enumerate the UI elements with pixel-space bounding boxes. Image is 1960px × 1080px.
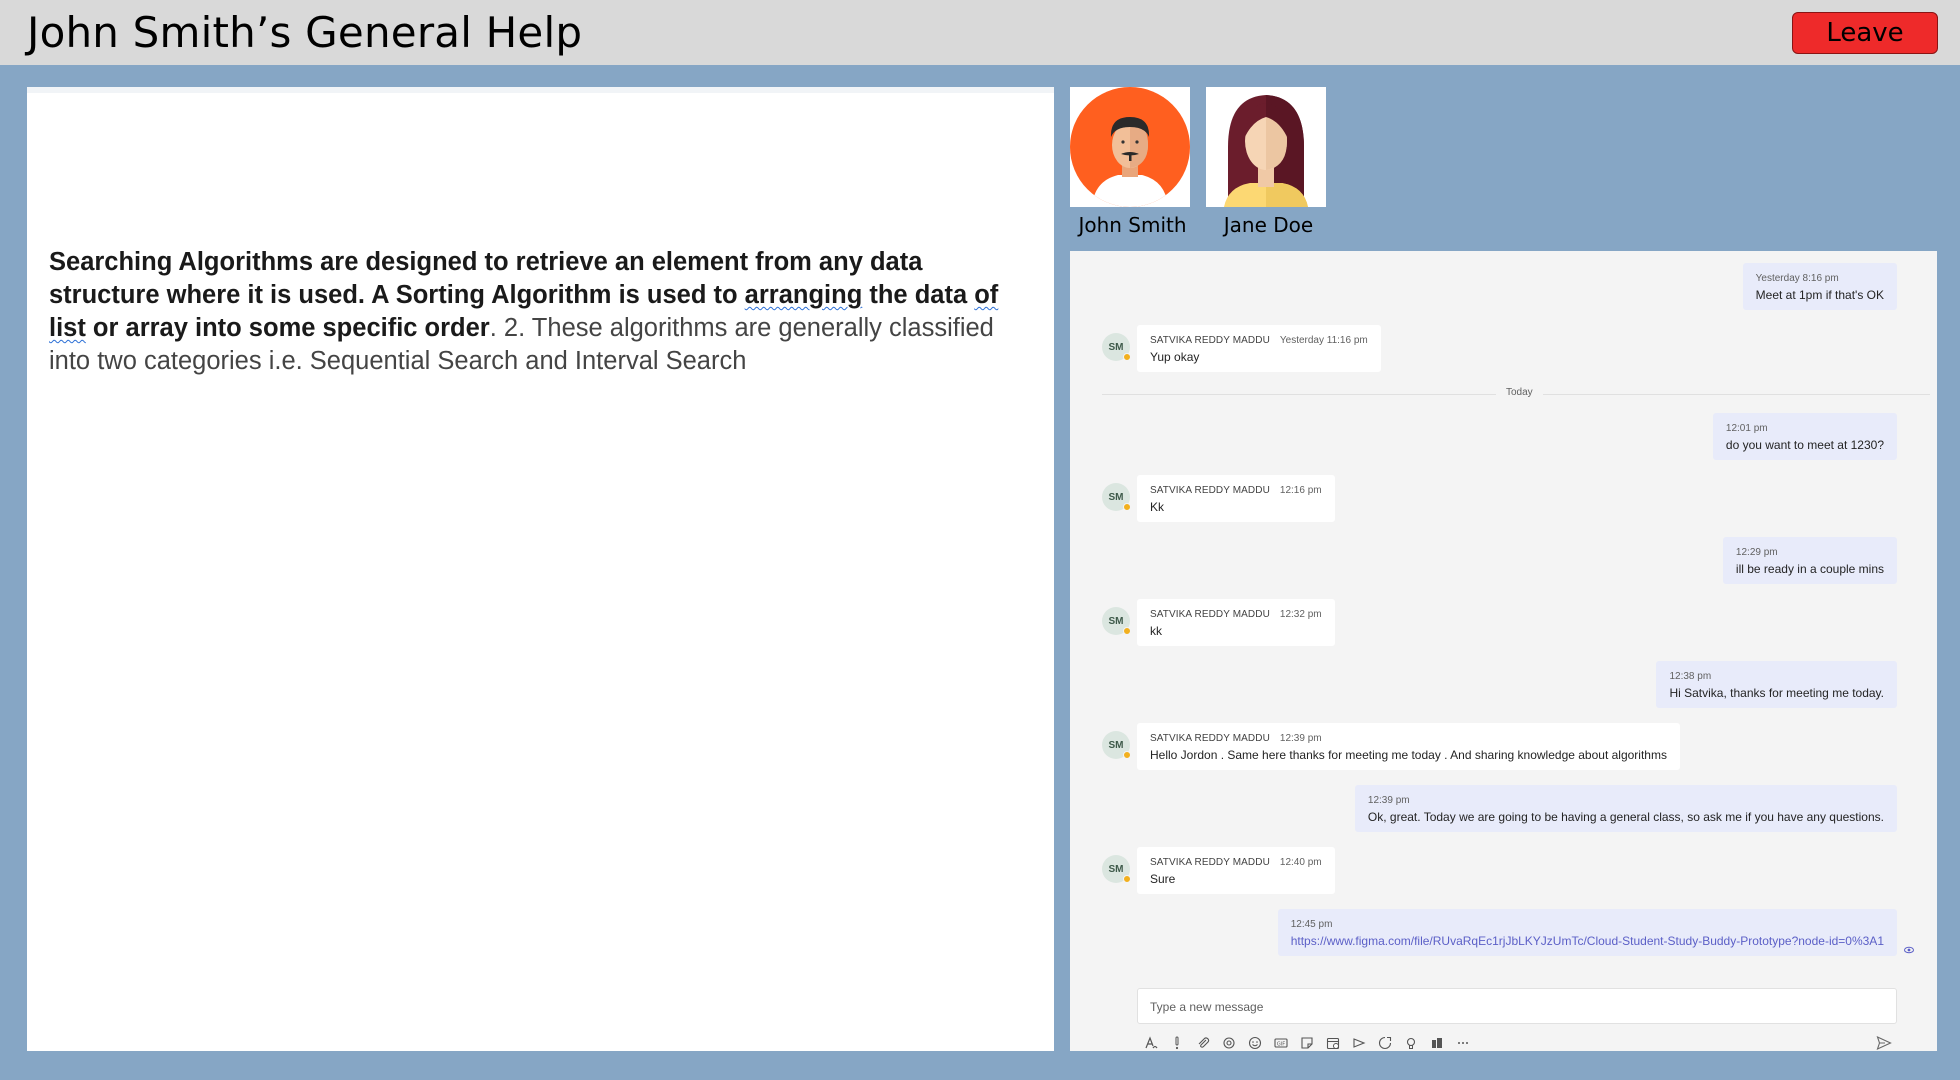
document-bold-text: or array into some specific order [85, 314, 490, 342]
emoji-icon[interactable] [1246, 1034, 1264, 1052]
message-compose-input[interactable]: Type a new message [1137, 988, 1897, 1024]
chat-message-sent[interactable]: 12:39 pm Ok, great. Today we are going t… [1354, 785, 1897, 832]
sender-name: SATVIKA REDDY MADDU [1150, 857, 1270, 868]
avatar-initials: SM [1108, 739, 1124, 751]
avatar[interactable]: SM [1102, 483, 1131, 511]
message-time: 12:45 pm [1290, 919, 1333, 930]
chat-message-received[interactable]: SATVIKA REDDY MADDU 12:39 pm Hello Jordon… [1137, 723, 1680, 770]
message-time: 12:38 pm [1669, 671, 1712, 682]
message-text: do you want to meet at 1230? [1725, 438, 1884, 452]
message-time: 12:40 pm [1279, 857, 1322, 868]
message-time: 12:16 pm [1279, 485, 1322, 496]
loop-icon[interactable] [1220, 1034, 1238, 1052]
avatar[interactable]: SM [1102, 731, 1131, 759]
chat-message-received[interactable]: SATVIKA REDDY MADDU 12:40 pm Sure [1137, 847, 1335, 894]
avatar[interactable]: SM [1102, 607, 1131, 635]
sender-name: SATVIKA REDDY MADDU [1150, 335, 1270, 346]
schedule-meeting-icon[interactable] [1324, 1034, 1342, 1052]
message-text: Yup okay [1150, 350, 1200, 364]
sender-name: SATVIKA REDDY MADDU [1150, 485, 1270, 496]
avatar-initials: SM [1108, 341, 1124, 353]
chat-message-received[interactable]: SATVIKA REDDY MADDU 12:32 pm kk [1137, 599, 1335, 646]
format-icon[interactable] [1142, 1034, 1160, 1052]
status-away-icon [1123, 751, 1131, 759]
participant-name: Jane Doe [1223, 213, 1314, 237]
gif-icon[interactable]: GIF [1272, 1034, 1290, 1052]
participant-john-smith[interactable]: John Smith [1070, 87, 1190, 237]
message-text: Hi Satvika, thanks for meeting me today. [1669, 686, 1884, 700]
stream-icon[interactable] [1350, 1034, 1368, 1052]
status-away-icon [1123, 875, 1131, 883]
chat-message-sent[interactable]: Yesterday 8:16 pm Meet at 1pm if that's … [1742, 263, 1897, 310]
message-text: Ok, great. Today we are going to be havi… [1367, 810, 1884, 824]
shared-document[interactable]: Searching Algorithms are designed to ret… [27, 87, 1054, 1051]
avatar-initials: SM [1108, 615, 1124, 627]
seen-eye-icon [1904, 946, 1914, 954]
message-text: Sure [1150, 872, 1176, 886]
avatar-initials: SM [1108, 863, 1124, 875]
message-link[interactable]: https://www.figma.com/file/RUvaRqEc1rjJb… [1291, 934, 1884, 948]
attach-icon[interactable] [1194, 1034, 1212, 1052]
participant-name: John Smith [1078, 213, 1187, 237]
send-icon[interactable] [1874, 1033, 1894, 1053]
leave-button[interactable]: Leave [1792, 12, 1938, 54]
chat-message-sent[interactable]: 12:45 pm https://www.figma.com/file/RUva… [1277, 909, 1897, 956]
chat-message-sent[interactable]: 12:01 pm do you want to meet at 1230? [1712, 413, 1897, 460]
compose-toolbar: GIF [1142, 1031, 1472, 1055]
document-paragraph: Searching Algorithms are designed to ret… [49, 246, 1039, 378]
avatar[interactable]: SM [1102, 855, 1131, 883]
message-time: Yesterday 8:16 pm [1755, 273, 1839, 284]
page-title: John Smith’s General Help [27, 8, 583, 57]
message-time: Yesterday 11:16 pm [1279, 335, 1368, 346]
message-text: kk [1150, 624, 1162, 638]
message-time: 12:39 pm [1279, 733, 1322, 744]
more-options-icon[interactable] [1454, 1034, 1472, 1052]
message-text: Hello Jordon . Same here thanks for meet… [1150, 748, 1667, 762]
status-away-icon [1123, 503, 1131, 511]
chat-message-sent[interactable]: 12:38 pm Hi Satvika, thanks for meeting … [1656, 661, 1897, 708]
idea-icon[interactable] [1402, 1034, 1420, 1052]
sender-name: SATVIKA REDDY MADDU [1150, 733, 1270, 744]
chat-message-received[interactable]: SATVIKA REDDY MADDU 12:16 pm Kk [1137, 475, 1335, 522]
message-time: 12:29 pm [1735, 547, 1778, 558]
spellcheck-word[interactable]: arranging [745, 281, 863, 309]
important-icon[interactable] [1168, 1034, 1186, 1052]
top-bar: John Smith’s General Help Leave [0, 0, 1960, 65]
message-text: ill be ready in a couple mins [1735, 562, 1884, 576]
day-divider-label: Today [1496, 387, 1543, 398]
status-away-icon [1123, 627, 1131, 635]
avatar[interactable]: SM [1102, 333, 1131, 361]
sender-name: SATVIKA REDDY MADDU [1150, 609, 1270, 620]
message-time: 12:39 pm [1367, 795, 1410, 806]
chat-message-sent[interactable]: 12:29 pm ill be ready in a couple mins [1722, 537, 1897, 584]
sticker-icon[interactable] [1298, 1034, 1316, 1052]
approvals-icon[interactable] [1428, 1034, 1446, 1052]
chat-panel[interactable]: Yesterday 8:16 pm Meet at 1pm if that's … [1070, 251, 1937, 1051]
message-text: Meet at 1pm if that's OK [1755, 288, 1884, 302]
document-bold-text: the data [862, 281, 975, 309]
message-time: 12:32 pm [1279, 609, 1322, 620]
message-time: 12:01 pm [1725, 423, 1768, 434]
svg-text:GIF: GIF [1277, 1041, 1285, 1047]
woman-avatar-icon [1206, 87, 1326, 207]
chat-message-received[interactable]: SATVIKA REDDY MADDU Yesterday 11:16 pm Yu… [1137, 325, 1381, 372]
status-away-icon [1123, 353, 1131, 361]
praise-icon[interactable] [1376, 1034, 1394, 1052]
man-avatar-icon [1070, 87, 1190, 207]
participant-jane-doe[interactable]: Jane Doe [1206, 87, 1326, 237]
message-text: Kk [1150, 500, 1165, 514]
avatar-initials: SM [1108, 491, 1124, 503]
